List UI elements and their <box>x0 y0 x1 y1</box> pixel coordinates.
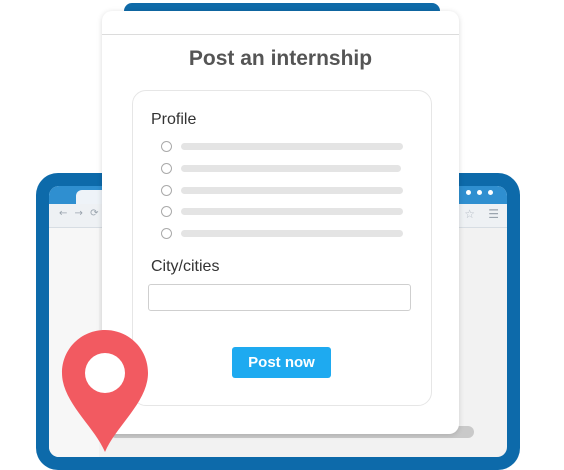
profile-option[interactable] <box>161 162 401 174</box>
radio-button[interactable] <box>161 140 172 152</box>
illustration-stage: ← → ⟳ ☆ ☰ Post an internship Profile Cit… <box>0 0 564 470</box>
window-controls-icon <box>466 190 493 195</box>
radio-button[interactable] <box>161 184 172 196</box>
placeholder-line <box>181 164 401 172</box>
location-pin-icon <box>62 330 148 452</box>
browser-nav-icon: ← → ⟳ <box>59 208 101 219</box>
profile-option[interactable] <box>161 184 403 196</box>
profile-option[interactable] <box>161 140 403 152</box>
profile-option[interactable] <box>161 205 403 217</box>
internship-form: Profile City/cities Post now <box>132 90 432 406</box>
post-now-button[interactable]: Post now <box>232 347 331 378</box>
post-internship-card: Post an internship Profile City/cities P… <box>102 11 459 434</box>
profile-label: Profile <box>151 111 197 128</box>
placeholder-line <box>181 186 403 194</box>
profile-option[interactable] <box>161 227 403 239</box>
city-input[interactable] <box>148 284 411 311</box>
placeholder-line <box>181 229 403 237</box>
placeholder-line <box>181 207 403 215</box>
star-icon: ☆ <box>464 207 475 221</box>
radio-button[interactable] <box>161 205 172 217</box>
city-label: City/cities <box>151 258 220 275</box>
divider <box>102 34 459 35</box>
page-title: Post an internship <box>188 47 373 70</box>
radio-button[interactable] <box>161 162 172 174</box>
placeholder-line <box>181 142 403 150</box>
menu-icon: ☰ <box>488 207 499 221</box>
radio-button[interactable] <box>161 227 172 239</box>
